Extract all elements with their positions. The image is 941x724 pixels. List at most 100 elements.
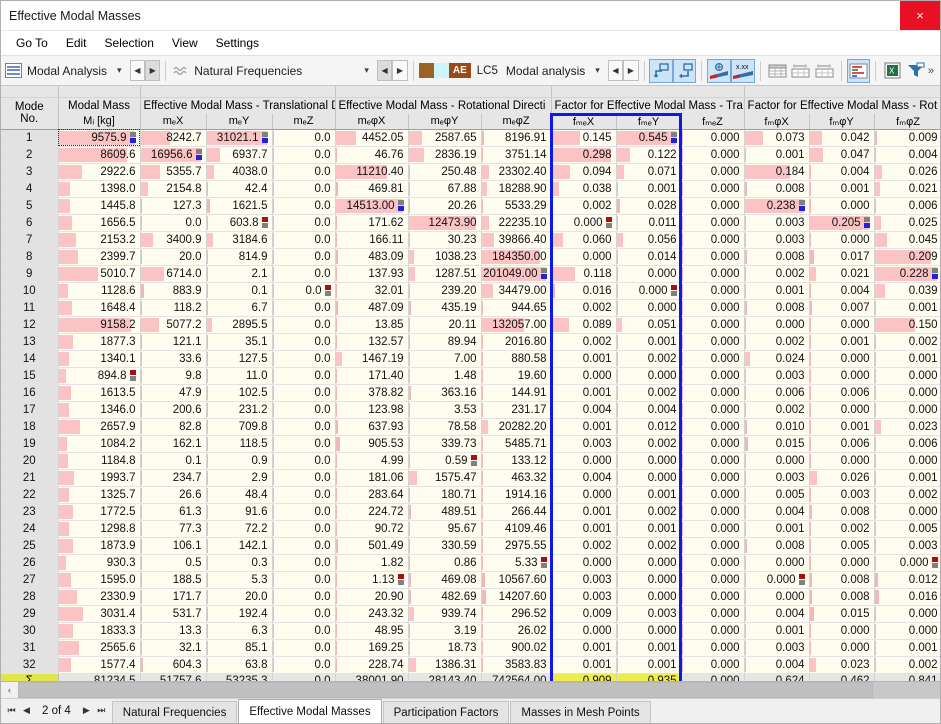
cell-fmpZ[interactable]: 0.039 bbox=[874, 282, 940, 299]
cell-fmpZ[interactable]: 0.002 bbox=[874, 656, 940, 673]
cell-meX[interactable]: 82.8 bbox=[140, 418, 206, 435]
cell-fmpZ[interactable]: 0.009 bbox=[874, 129, 940, 146]
cell-fmeX[interactable]: 0.000 bbox=[551, 248, 616, 265]
table-row[interactable]: 321577.4604.363.80.0228.741386.313583.83… bbox=[1, 656, 940, 673]
cell-mepZ[interactable]: 8196.91 bbox=[481, 129, 551, 146]
cell-mepX[interactable]: 469.81 bbox=[335, 180, 408, 197]
cell-mepZ[interactable]: 14207.60 bbox=[481, 588, 551, 605]
cell-mepX[interactable]: 1.13 bbox=[335, 571, 408, 588]
cell-fmpY[interactable]: 0.021 bbox=[809, 265, 874, 282]
cell-meX[interactable]: 61.3 bbox=[140, 503, 206, 520]
cell-fmeY[interactable]: 0.002 bbox=[616, 537, 681, 554]
cell-meZ[interactable]: 0.0 bbox=[272, 367, 335, 384]
cell-fmpX[interactable]: 0.000 bbox=[744, 554, 809, 571]
cell-meZ[interactable]: 0.0 bbox=[272, 520, 335, 537]
cell-fmeY[interactable]: 0.545 bbox=[616, 129, 681, 146]
close-window-button[interactable]: × bbox=[900, 1, 940, 30]
cell-fmeX[interactable]: 0.001 bbox=[551, 639, 616, 656]
cell-mepY[interactable]: 363.16 bbox=[408, 384, 481, 401]
row-mode-number[interactable]: 23 bbox=[1, 503, 58, 520]
cell-fmpZ[interactable]: 0.001 bbox=[874, 469, 940, 486]
cell-fmpZ[interactable]: 0.021 bbox=[874, 180, 940, 197]
table-row[interactable]: 211993.7234.72.90.0181.061575.47463.320.… bbox=[1, 469, 940, 486]
cell-mepZ[interactable]: 184350.00 bbox=[481, 248, 551, 265]
cell-meY[interactable]: 5.3 bbox=[206, 571, 272, 588]
cell-fmpZ[interactable]: 0.000 bbox=[874, 401, 940, 418]
cell-meZ[interactable]: 0.0 bbox=[272, 214, 335, 231]
cell-fmpX[interactable]: 0.004 bbox=[744, 605, 809, 622]
cell-fmpY[interactable]: 0.000 bbox=[809, 231, 874, 248]
cell-Mi[interactable]: 1084.2 bbox=[58, 435, 140, 452]
cell-fmpY[interactable]: 0.205 bbox=[809, 214, 874, 231]
cell-fmeY[interactable]: 0.012 bbox=[616, 418, 681, 435]
cell-meX[interactable]: 6714.0 bbox=[140, 265, 206, 282]
cell-meZ[interactable]: 0.0 bbox=[272, 146, 335, 163]
cell-fmpX[interactable]: 0.005 bbox=[744, 486, 809, 503]
cell-meY[interactable]: 91.6 bbox=[206, 503, 272, 520]
cell-meY[interactable]: 72.2 bbox=[206, 520, 272, 537]
cell-mepX[interactable]: 166.11 bbox=[335, 231, 408, 248]
cell-fmpX[interactable]: 0.003 bbox=[744, 231, 809, 248]
table-select-combo[interactable]: Natural Frequencies ▾ bbox=[171, 59, 377, 83]
cell-fmeY[interactable]: 0.000 bbox=[616, 588, 681, 605]
cell-fmeZ[interactable]: 0.000 bbox=[681, 129, 744, 146]
tab-participation-factors[interactable]: Participation Factors bbox=[383, 701, 510, 723]
cell-mepZ[interactable]: 2975.55 bbox=[481, 537, 551, 554]
cell-meY[interactable]: 2895.5 bbox=[206, 316, 272, 333]
cell-fmpZ[interactable]: 0.002 bbox=[874, 486, 940, 503]
cell-mepY[interactable]: 489.51 bbox=[408, 503, 481, 520]
cell-fmeY[interactable]: 0.001 bbox=[616, 486, 681, 503]
cell-meZ[interactable]: 0.0 bbox=[272, 384, 335, 401]
menu-item-go-to[interactable]: Go To bbox=[7, 33, 57, 53]
cell-meX[interactable]: 0.5 bbox=[140, 554, 206, 571]
cell-fmeZ[interactable]: 0.000 bbox=[681, 367, 744, 384]
row-mode-number[interactable]: 15 bbox=[1, 367, 58, 384]
cell-mepZ[interactable]: 880.58 bbox=[481, 350, 551, 367]
row-mode-number[interactable]: 24 bbox=[1, 520, 58, 537]
cell-meZ[interactable]: 0.0 bbox=[272, 554, 335, 571]
cell-mepX[interactable]: 224.72 bbox=[335, 503, 408, 520]
cell-fmeX[interactable]: 0.145 bbox=[551, 129, 616, 146]
cell-fmeX[interactable]: 0.009 bbox=[551, 605, 616, 622]
row-mode-number[interactable]: 5 bbox=[1, 197, 58, 214]
cell-mepY[interactable]: 2836.19 bbox=[408, 146, 481, 163]
menu-item-selection[interactable]: Selection bbox=[96, 33, 163, 53]
cell-fmpX[interactable]: 0.008 bbox=[744, 180, 809, 197]
cell-fmeZ[interactable]: 0.000 bbox=[681, 537, 744, 554]
cell-mepX[interactable]: 13.85 bbox=[335, 316, 408, 333]
cell-fmpY[interactable]: 0.026 bbox=[809, 469, 874, 486]
cell-fmeZ[interactable]: 0.000 bbox=[681, 571, 744, 588]
cell-mepY[interactable]: 3.53 bbox=[408, 401, 481, 418]
menu-item-edit[interactable]: Edit bbox=[57, 33, 96, 53]
cell-fmpX[interactable]: 0.000 bbox=[744, 571, 809, 588]
cell-fmpY[interactable]: 0.000 bbox=[809, 401, 874, 418]
cell-fmpX[interactable]: 0.001 bbox=[744, 146, 809, 163]
cell-fmeX[interactable]: 0.000 bbox=[551, 367, 616, 384]
table-row[interactable]: 28609.616956.66937.70.046.762836.193751.… bbox=[1, 146, 940, 163]
cell-fmeZ[interactable]: 0.000 bbox=[681, 486, 744, 503]
cell-meY[interactable]: 42.4 bbox=[206, 180, 272, 197]
cell-mepX[interactable]: 171.62 bbox=[335, 214, 408, 231]
cell-fmpX[interactable]: 0.002 bbox=[744, 401, 809, 418]
cell-fmpY[interactable]: 0.042 bbox=[809, 129, 874, 146]
table-insert-row-icon[interactable] bbox=[789, 59, 812, 83]
row-mode-number[interactable]: 29 bbox=[1, 605, 58, 622]
find-min-max-icon[interactable] bbox=[707, 59, 730, 83]
analysis-category-combo[interactable]: Modal Analysis ▾ bbox=[3, 59, 130, 83]
cell-fmpY[interactable]: 0.000 bbox=[809, 639, 874, 656]
table-row[interactable]: 161613.547.9102.50.0378.82363.16144.910.… bbox=[1, 384, 940, 401]
cell-meZ[interactable]: 0.0 bbox=[272, 299, 335, 316]
cell-Mi[interactable]: 930.3 bbox=[58, 554, 140, 571]
table-row[interactable]: 26930.30.50.30.01.820.865.330.0000.0000.… bbox=[1, 554, 940, 571]
scroll-left-arrow[interactable]: ‹ bbox=[1, 682, 18, 698]
row-mode-number[interactable]: 14 bbox=[1, 350, 58, 367]
cell-fmpZ[interactable]: 0.001 bbox=[874, 350, 940, 367]
cell-fmeY[interactable]: 0.000 bbox=[616, 452, 681, 469]
cell-meX[interactable]: 3400.9 bbox=[140, 231, 206, 248]
analysis-prev-button[interactable]: ◀ bbox=[130, 60, 145, 81]
cell-mepY[interactable]: 3.19 bbox=[408, 622, 481, 639]
cell-meX[interactable]: 77.3 bbox=[140, 520, 206, 537]
results-table-container[interactable]: Mode No. Modal Mass Effective Modal Mass… bbox=[1, 86, 940, 681]
cell-fmeX[interactable]: 0.001 bbox=[551, 656, 616, 673]
cell-fmeX[interactable]: 0.004 bbox=[551, 469, 616, 486]
